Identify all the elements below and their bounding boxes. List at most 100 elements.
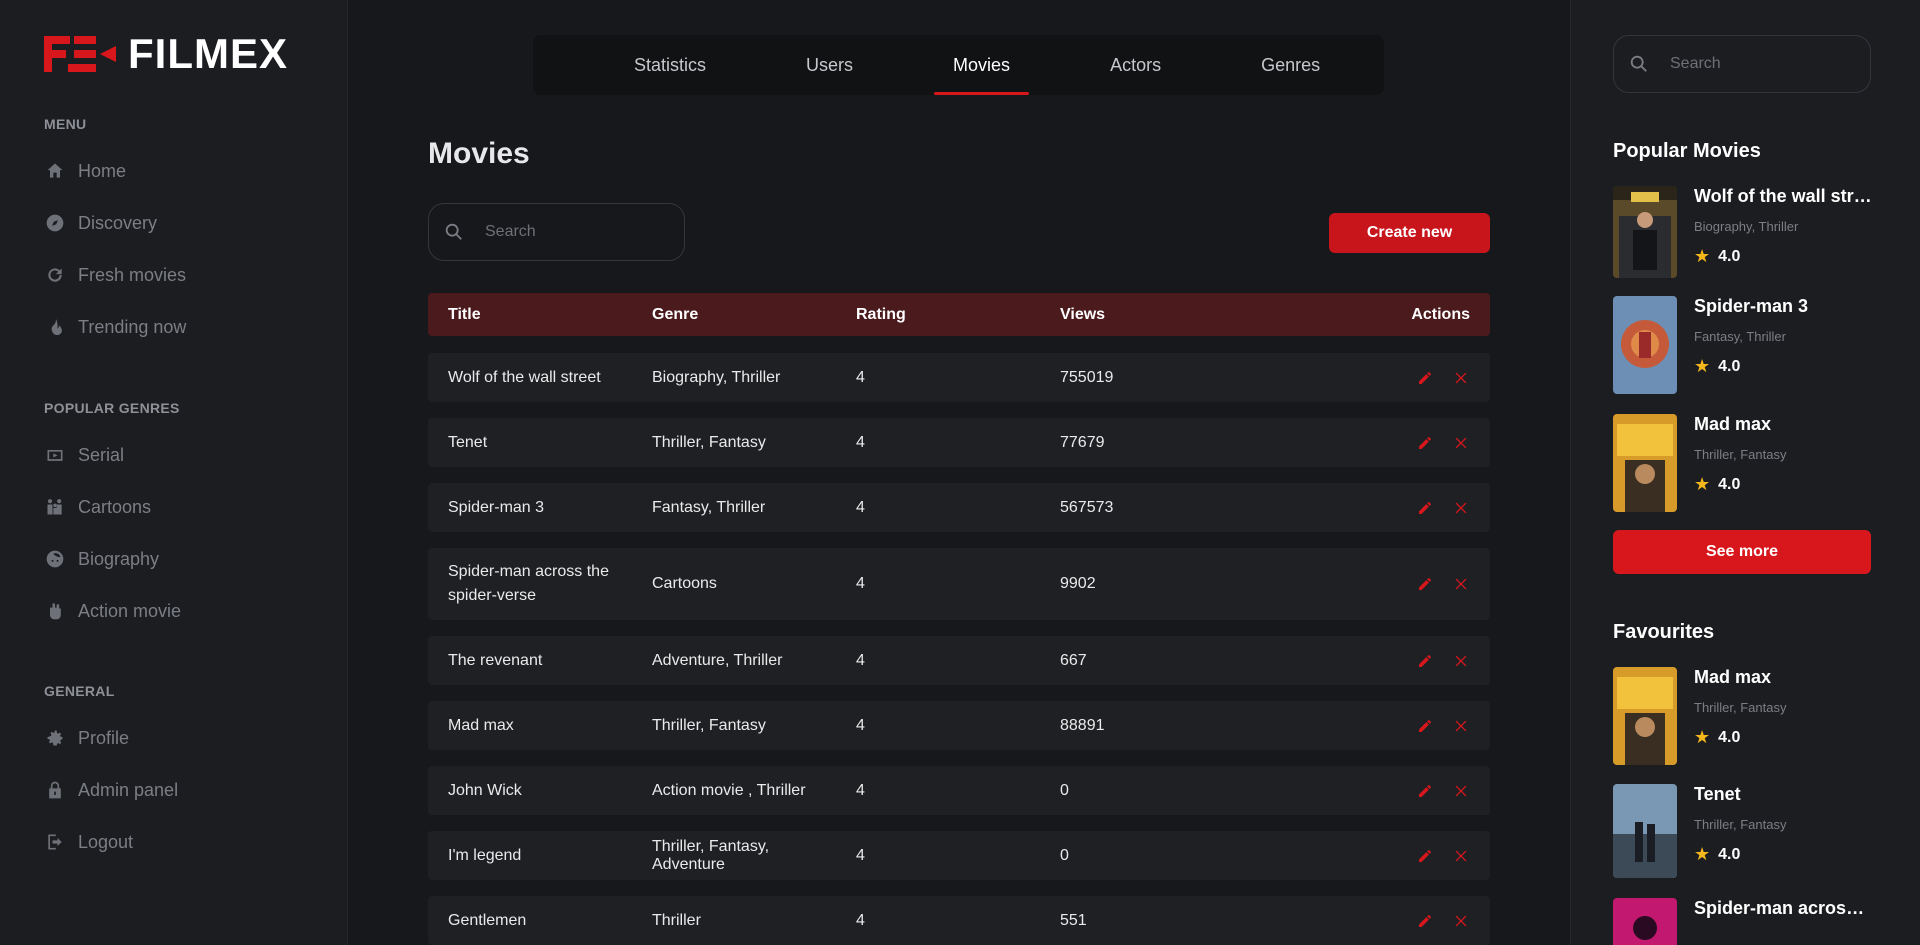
edit-icon[interactable]: [1416, 847, 1434, 865]
column-header-rating[interactable]: Rating: [836, 306, 1040, 324]
delete-icon[interactable]: [1452, 575, 1470, 593]
global-search-input[interactable]: [1670, 55, 1820, 73]
sidebar-item-profile[interactable]: Profile: [44, 712, 178, 764]
filmex-logo-icon: [44, 36, 116, 72]
edit-icon[interactable]: [1416, 499, 1434, 517]
column-header-title[interactable]: Title: [428, 303, 632, 327]
table-row: Tenet Thriller, Fantasy 4 77679: [428, 418, 1490, 467]
sidebar-item-label: Action movie: [78, 600, 182, 621]
family-icon: [44, 496, 66, 518]
popular-movie-card[interactable]: Spider-man 3 Fantasy, Thriller ★ 4.0: [1613, 296, 1874, 394]
sidebar-item-label: Biography: [78, 548, 160, 569]
movie-title: Mad max: [1694, 667, 1772, 687]
column-header-views[interactable]: Views: [1040, 306, 1244, 324]
movie-rating: ★ 4.0: [1694, 727, 1874, 748]
sidebar-item-cartoons[interactable]: Cartoons: [44, 481, 181, 533]
cell-views: 551: [1060, 911, 1087, 929]
cell-genre: Adventure, Thriller: [652, 651, 783, 669]
table-row: Spider-man 3 Fantasy, Thriller 4 567573: [428, 483, 1490, 532]
edit-icon[interactable]: [1416, 717, 1434, 735]
sidebar-item-admin-panel[interactable]: Admin panel: [44, 764, 178, 816]
sidebar-item-label: Discovery: [78, 212, 158, 233]
popular-movie-card[interactable]: Wolf of the wall stre... Biography, Thri…: [1613, 186, 1874, 278]
tab-statistics[interactable]: Statistics: [615, 35, 725, 95]
sidebar-item-trending-now[interactable]: Trending now: [44, 301, 186, 353]
sidebar-item-label: Fresh movies: [78, 264, 187, 285]
refresh-icon: [44, 264, 66, 286]
tab-movies[interactable]: Movies: [934, 35, 1030, 95]
delete-icon[interactable]: [1452, 652, 1470, 670]
edit-icon[interactable]: [1416, 782, 1434, 800]
edit-icon[interactable]: [1416, 434, 1434, 452]
delete-icon[interactable]: [1452, 782, 1470, 800]
tv-icon: [44, 444, 66, 466]
favourite-movie-card[interactable]: Mad max Thriller, Fantasy ★ 4.0: [1613, 667, 1874, 765]
column-header-genre[interactable]: Genre: [632, 306, 836, 324]
sidebar-item-serial[interactable]: Serial: [44, 429, 181, 481]
sidebar-item-action-movie[interactable]: Action movie: [44, 585, 181, 637]
edit-icon[interactable]: [1416, 369, 1434, 387]
rating-value: 4.0: [1718, 357, 1741, 375]
delete-icon[interactable]: [1452, 847, 1470, 865]
see-more-button[interactable]: See more: [1613, 530, 1871, 574]
movie-title: Spider-man 3: [1694, 296, 1809, 316]
sidebar-item-logout[interactable]: Logout: [44, 816, 178, 868]
delete-icon[interactable]: [1452, 499, 1470, 517]
cell-rating: 4: [856, 781, 865, 799]
tab-genres[interactable]: Genres: [1242, 35, 1339, 95]
table-row: Mad max Thriller, Fantasy 4 88891: [428, 701, 1490, 750]
star-icon: ★: [1694, 246, 1711, 266]
cell-rating: 4: [856, 498, 865, 516]
favourite-movie-card[interactable]: Spider-man across ...: [1613, 898, 1874, 945]
delete-icon[interactable]: [1452, 369, 1470, 387]
edit-icon[interactable]: [1416, 575, 1434, 593]
cell-actions: [1244, 912, 1490, 930]
genres-heading: POPULAR GENRES: [44, 400, 180, 416]
delete-icon[interactable]: [1452, 434, 1470, 452]
logo[interactable]: FILMEX: [44, 30, 288, 77]
sidebar-item-fresh-movies[interactable]: Fresh movies: [44, 249, 186, 301]
create-new-button[interactable]: Create new: [1329, 213, 1490, 253]
sidebar-item-biography[interactable]: Biography: [44, 533, 181, 585]
cell-views: 667: [1060, 651, 1087, 669]
cell-genre: Thriller, Fantasy: [652, 716, 766, 734]
sidebar-item-label: Home: [78, 160, 127, 181]
popular-movie-card[interactable]: Mad max Thriller, Fantasy ★ 4.0: [1613, 414, 1874, 512]
cell-views: 77679: [1060, 433, 1105, 451]
cell-title: John Wick: [448, 781, 522, 799]
global-search-box: [1613, 35, 1871, 93]
movie-search-input[interactable]: [485, 223, 635, 241]
rating-value: 4.0: [1718, 728, 1741, 746]
cell-genre: Thriller, Fantasy: [652, 433, 766, 451]
favourite-movie-card[interactable]: Tenet Thriller, Fantasy ★ 4.0: [1613, 784, 1874, 878]
cell-rating: 4: [856, 911, 865, 929]
cell-actions: [1244, 717, 1490, 735]
favourites-title: Favourites: [1613, 621, 1715, 643]
cell-actions: [1244, 847, 1490, 865]
star-icon: ★: [1694, 844, 1711, 864]
delete-icon[interactable]: [1452, 717, 1470, 735]
home-icon: [44, 160, 66, 182]
tab-users[interactable]: Users: [787, 35, 872, 95]
edit-icon[interactable]: [1416, 652, 1434, 670]
popular-movies-title: Popular Movies: [1613, 140, 1761, 162]
edit-icon[interactable]: [1416, 912, 1434, 930]
menu-section: MENU Home Discovery Fresh movies Trendin…: [44, 116, 186, 353]
sidebar-item-label: Cartoons: [78, 496, 152, 517]
delete-icon[interactable]: [1452, 912, 1470, 930]
compass-icon: [44, 212, 66, 234]
star-icon: ★: [1694, 474, 1711, 494]
cell-title: The revenant: [448, 651, 543, 669]
movie-title: Spider-man across ...: [1694, 898, 1874, 918]
movie-poster: [1613, 296, 1677, 394]
cell-views: 9902: [1060, 575, 1096, 592]
star-icon: ★: [1694, 727, 1711, 747]
sidebar-item-discovery[interactable]: Discovery: [44, 197, 186, 249]
movie-title: Tenet: [1694, 784, 1741, 804]
movie-genre: Fantasy, Thriller: [1694, 329, 1786, 344]
lock-icon: [44, 779, 66, 801]
tab-actors[interactable]: Actors: [1091, 35, 1180, 95]
sidebar-item-home[interactable]: Home: [44, 145, 186, 197]
table-row: John Wick Action movie , Thriller 4 0: [428, 766, 1490, 815]
movie-rating: ★ 4.0: [1694, 356, 1874, 377]
